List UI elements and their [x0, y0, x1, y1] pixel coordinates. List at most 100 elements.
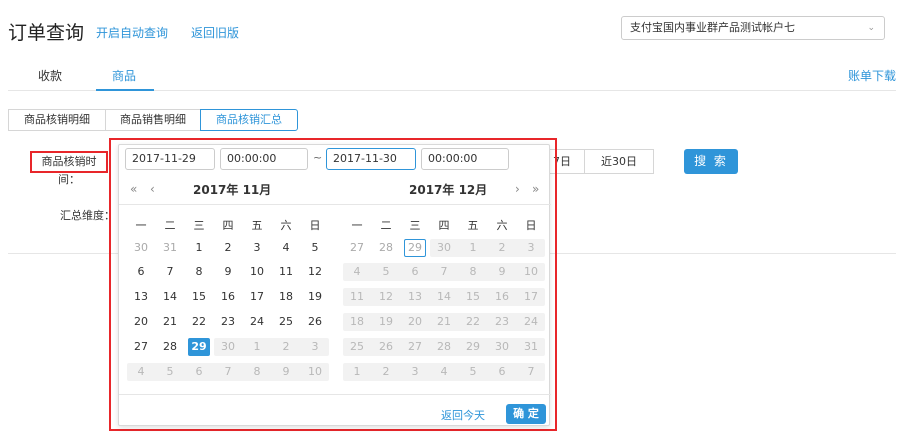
calendar-day: 25 [350, 340, 364, 353]
calendar-day[interactable]: 15 [188, 288, 210, 306]
calendar-day[interactable]: 23 [217, 313, 239, 331]
next-month-icon[interactable]: › [515, 182, 520, 196]
start-date-input[interactable]: 2017-11-29 [125, 148, 215, 170]
left-weekday: 四 [222, 219, 234, 232]
calendar-day: 24 [524, 315, 538, 328]
right-weekday: 四 [438, 219, 450, 232]
quick-30-days-button[interactable]: 近30日 [584, 149, 654, 174]
selected-day[interactable]: 29 [188, 338, 210, 356]
calendar-day: 30 [495, 340, 509, 353]
calendar-day: 8 [469, 265, 477, 278]
tab-goods[interactable]: 商品 [112, 67, 136, 84]
calendar-day[interactable]: 22 [188, 313, 210, 331]
page-title: 订单查询 [8, 22, 85, 44]
right-month-title: 2017年 12月 [409, 183, 488, 197]
prev-year-icon[interactable]: « [130, 182, 137, 196]
calendar-day: 10 [524, 265, 538, 278]
calendar-day[interactable]: 19 [304, 288, 326, 306]
calendar-day[interactable]: 8 [188, 263, 210, 281]
calendar-day: 8 [253, 365, 261, 378]
calendar-day: 3 [527, 241, 535, 254]
calendar-day[interactable]: 24 [246, 313, 268, 331]
range-separator: ~ [313, 151, 323, 164]
calendar-day[interactable]: 5 [304, 239, 326, 257]
calendar-day: 5 [469, 365, 477, 378]
calendar-day: 3 [311, 340, 319, 353]
calendar-day: 6 [498, 365, 506, 378]
range-end-day[interactable]: 29 [404, 239, 426, 257]
end-date-input[interactable]: 2017-11-30 [326, 148, 416, 170]
picker-footer-divider [119, 394, 551, 395]
calendar-day[interactable]: 25 [275, 313, 297, 331]
auto-query-link[interactable]: 开启自动查询 [96, 24, 168, 41]
left-weekday: 六 [280, 219, 292, 232]
left-weekday: 一 [135, 219, 147, 232]
confirm-button[interactable]: 确 定 [506, 404, 546, 424]
left-month-title: 2017年 11月 [193, 183, 272, 197]
calendar-day[interactable]: 27 [130, 338, 152, 356]
left-weekday: 三 [193, 219, 205, 232]
calendar-day[interactable]: 3 [246, 239, 268, 257]
calendar-day[interactable]: 28 [159, 338, 181, 356]
calendar-day[interactable]: 13 [130, 288, 152, 306]
calendar-day: 2 [498, 241, 506, 254]
calendar-day: 17 [524, 290, 538, 303]
tab-collect[interactable]: 收款 [38, 67, 62, 84]
calendar-day[interactable]: 7 [159, 263, 181, 281]
calendar-day: 7 [527, 365, 535, 378]
old-version-link[interactable]: 返回旧版 [191, 24, 239, 41]
calendar-day: 5 [166, 365, 174, 378]
calendar-day: 30 [437, 241, 451, 254]
calendar-day: 7 [440, 265, 448, 278]
calendar-day: 6 [195, 365, 203, 378]
writeoff-time-label: 商品核销时间： [30, 151, 108, 186]
subtab-sales-detail[interactable]: 商品销售明细 [105, 109, 201, 131]
subtab-writeoff-summary[interactable]: 商品核销汇总 [200, 109, 298, 131]
calendar-day: 4 [353, 265, 361, 278]
calendar-day: 2 [382, 365, 390, 378]
right-weekday: 五 [467, 219, 479, 232]
calendar-day[interactable]: 21 [159, 313, 181, 331]
calendar-day: 1 [469, 241, 477, 254]
calendar-day[interactable]: 20 [130, 313, 152, 331]
calendar-day: 15 [466, 290, 480, 303]
calendar-day[interactable]: 17 [246, 288, 268, 306]
next-year-icon[interactable]: » [532, 182, 539, 196]
calendar-day[interactable]: 28 [375, 239, 397, 257]
left-weekday: 五 [251, 219, 263, 232]
start-time-input[interactable]: 00:00:00 [220, 148, 308, 170]
calendar-day[interactable]: 14 [159, 288, 181, 306]
calendar-day[interactable]: 4 [275, 239, 297, 257]
calendar-day[interactable]: 2 [217, 239, 239, 257]
bill-download-link[interactable]: 账单下载 [848, 67, 896, 84]
calendar-day[interactable]: 10 [246, 263, 268, 281]
right-weekday: 二 [380, 219, 392, 232]
calendar-day[interactable]: 11 [275, 263, 297, 281]
calendar-day[interactable]: 9 [217, 263, 239, 281]
calendar-day[interactable]: 12 [304, 263, 326, 281]
calendar-day: 2 [282, 340, 290, 353]
right-weekday: 日 [525, 219, 537, 232]
calendar-day: 31 [524, 340, 538, 353]
calendar-day[interactable]: 18 [275, 288, 297, 306]
calendar-day[interactable]: 26 [304, 313, 326, 331]
calendar-day: 13 [408, 290, 422, 303]
calendar-day: 22 [466, 315, 480, 328]
calendar-day: 19 [379, 315, 393, 328]
subtab-writeoff-detail[interactable]: 商品核销明细 [8, 109, 106, 131]
account-select[interactable]: 支付宝国内事业群产品测试帐户七 ⌄ [621, 16, 885, 40]
calendar-day: 6 [411, 265, 419, 278]
calendar-day: 1 [353, 365, 361, 378]
calendar-day: 18 [350, 315, 364, 328]
calendar-day[interactable]: 31 [159, 239, 181, 257]
calendar-day[interactable]: 16 [217, 288, 239, 306]
back-today-link[interactable]: 返回今天 [441, 407, 485, 423]
end-time-input[interactable]: 00:00:00 [421, 148, 509, 170]
prev-month-icon[interactable]: ‹ [150, 182, 155, 196]
calendar-day[interactable]: 27 [346, 239, 368, 257]
calendar-day[interactable]: 1 [188, 239, 210, 257]
summary-dimension-label: 汇总维度： [60, 209, 115, 222]
calendar-day[interactable]: 30 [130, 239, 152, 257]
calendar-day[interactable]: 6 [130, 263, 152, 281]
search-button[interactable]: 搜 索 [684, 149, 738, 174]
